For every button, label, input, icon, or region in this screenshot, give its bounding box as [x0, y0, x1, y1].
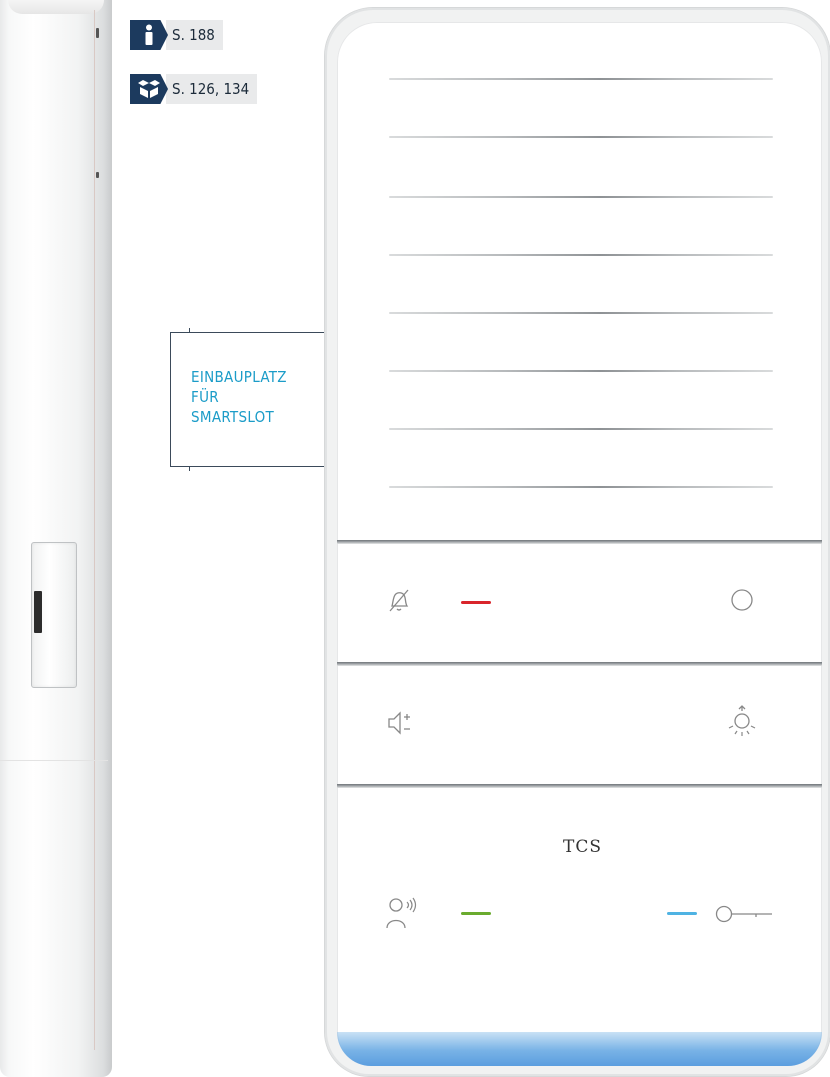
- button-row-mute[interactable]: [337, 544, 822, 662]
- callout-label: EINBAUPLATZ FÜR SMARTSLOT: [191, 368, 287, 426]
- side-top-cap: [8, 0, 104, 14]
- accent-glow: [337, 1032, 822, 1066]
- talk-icon: [385, 896, 419, 934]
- side-seam: [0, 760, 108, 761]
- side-notch: [96, 28, 99, 38]
- brand-logo: TCS: [563, 837, 602, 857]
- smartslot-slot: [31, 542, 77, 688]
- bell-mute-icon: [387, 588, 411, 618]
- side-notch: [96, 172, 99, 178]
- ref-tag-info: S. 188: [130, 20, 223, 50]
- led-blue: [667, 912, 697, 915]
- smartslot-callout: EINBAUPLATZ FÜR SMARTSLOT: [170, 328, 328, 471]
- button-row-talk[interactable]: [337, 788, 822, 1038]
- side-edge-line: [94, 10, 95, 1050]
- ref-tag-text: S. 126, 134: [166, 74, 258, 104]
- door-key-icon[interactable]: [712, 904, 774, 928]
- package-icon: [130, 74, 168, 104]
- circle-icon[interactable]: [730, 588, 754, 616]
- device-front-view: TCS: [325, 8, 830, 1076]
- volume-icon: [387, 710, 417, 740]
- led-green: [461, 912, 491, 915]
- slot-connector: [34, 591, 42, 633]
- led-red: [461, 601, 491, 604]
- button-row-volume[interactable]: [337, 666, 822, 784]
- ref-tag-package: S. 126, 134: [130, 74, 258, 104]
- light-icon[interactable]: [725, 704, 759, 744]
- ref-tag-text: S. 188: [166, 20, 223, 50]
- info-icon: [130, 20, 168, 50]
- device-face: TCS: [337, 22, 822, 1066]
- device-side-view: [0, 0, 112, 1077]
